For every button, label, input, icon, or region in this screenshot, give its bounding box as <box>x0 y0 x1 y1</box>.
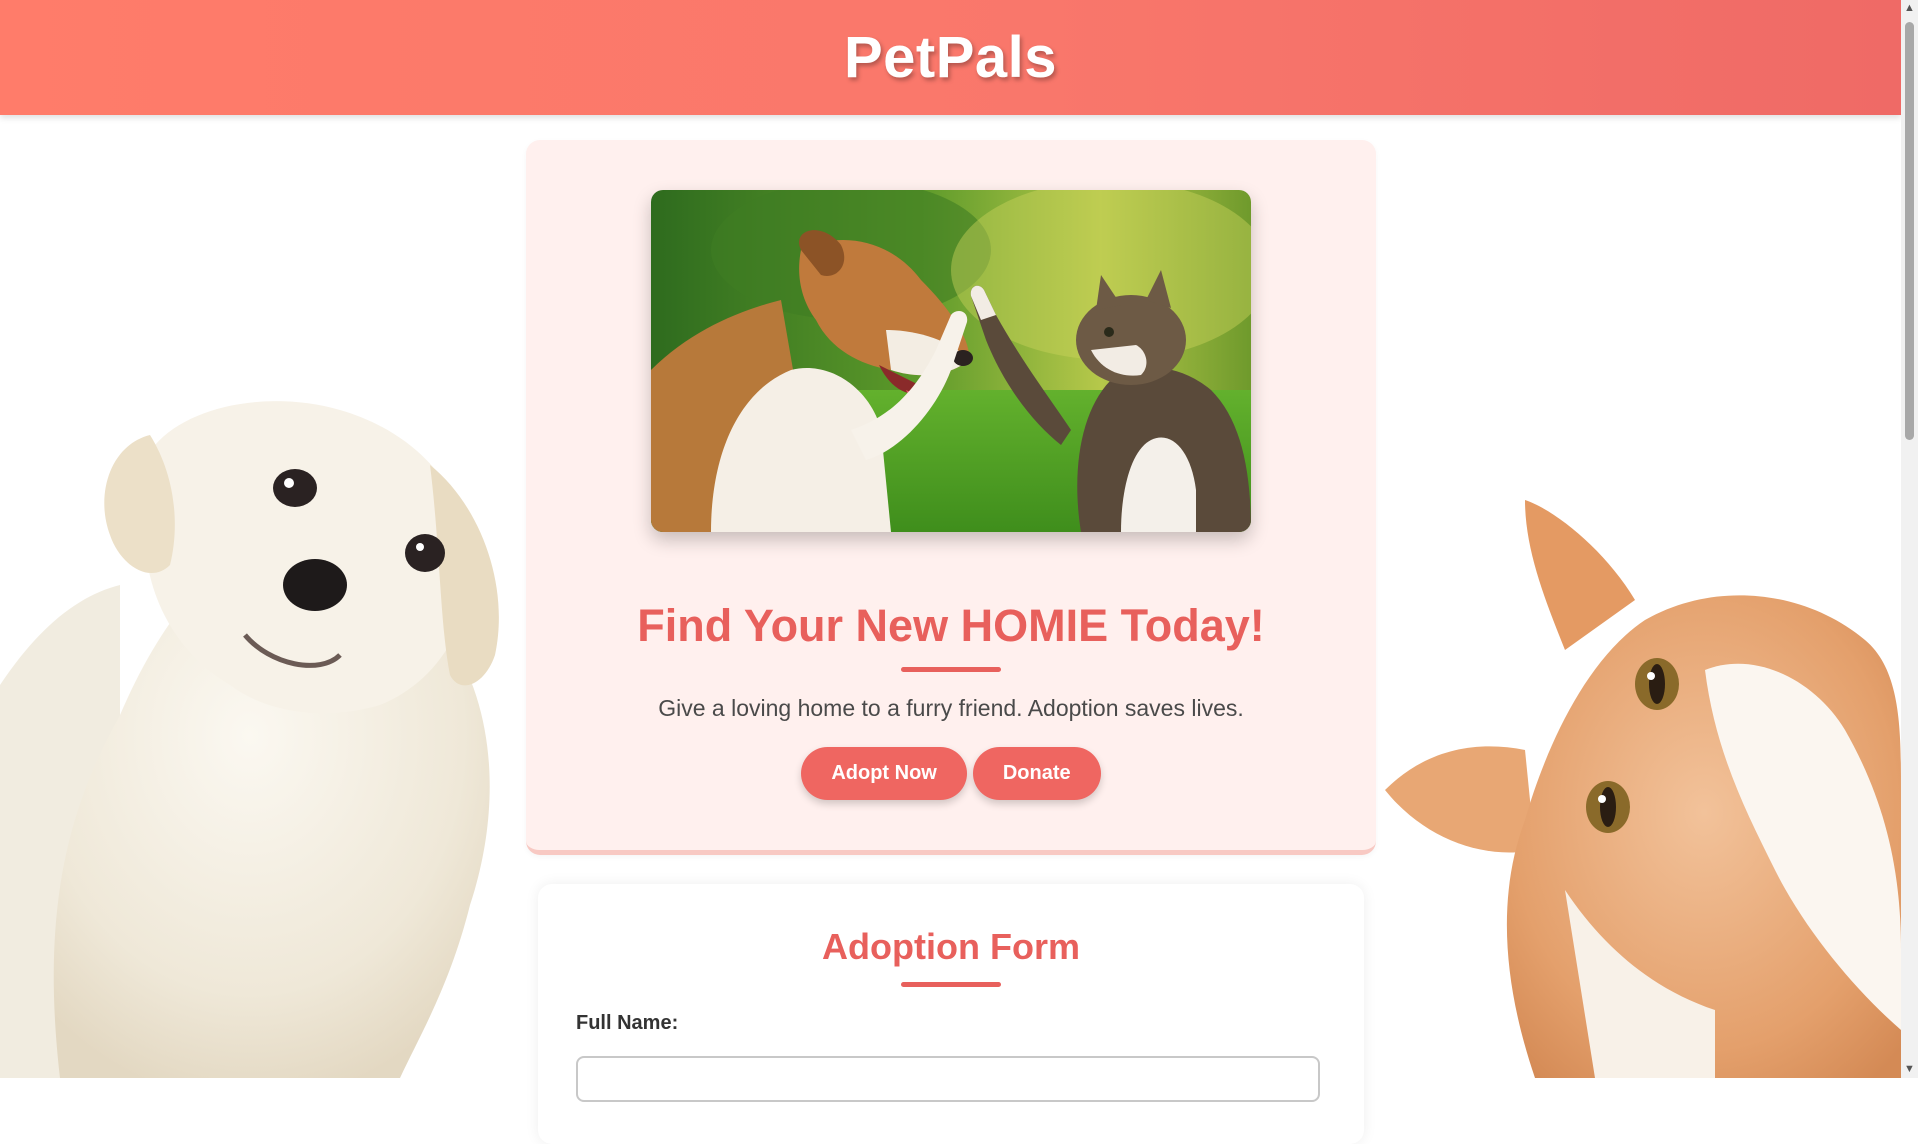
hero-subtitle: Give a loving home to a furry friend. Ad… <box>658 695 1244 721</box>
dog-and-cat-high-five-photo-icon <box>651 190 1251 532</box>
page-scrollbar[interactable]: ▲ ▼ <box>1901 0 1918 1078</box>
scroll-down-arrow-icon[interactable]: ▼ <box>1901 1061 1918 1078</box>
scroll-up-arrow-icon[interactable]: ▲ <box>1901 0 1918 17</box>
form-title: Adoption Form <box>822 926 1080 967</box>
title-underline-divider <box>901 667 1001 672</box>
hero-card: Find Your New HOMIE Today! Give a loving… <box>526 140 1376 855</box>
donate-button[interactable]: Donate <box>972 747 1101 800</box>
scroll-thumb[interactable] <box>1905 22 1914 440</box>
brand-logo[interactable]: PetPals <box>844 24 1057 91</box>
adoption-form-card: Adoption Form Full Name: <box>538 884 1364 1144</box>
full-name-label: Full Name: <box>576 1012 679 1034</box>
adopt-now-button[interactable]: Adopt Now <box>801 747 967 800</box>
hero-button-row: Adopt Now Donate <box>526 747 1376 800</box>
hero-title: Find Your New HOMIE Today! <box>637 600 1265 651</box>
site-header: PetPals <box>0 0 1901 115</box>
form-title-underline-divider <box>901 982 1001 987</box>
kitten-decoration-icon <box>1385 500 1901 1078</box>
full-name-input[interactable] <box>576 1056 1320 1102</box>
puppy-decoration-icon <box>0 401 499 1078</box>
